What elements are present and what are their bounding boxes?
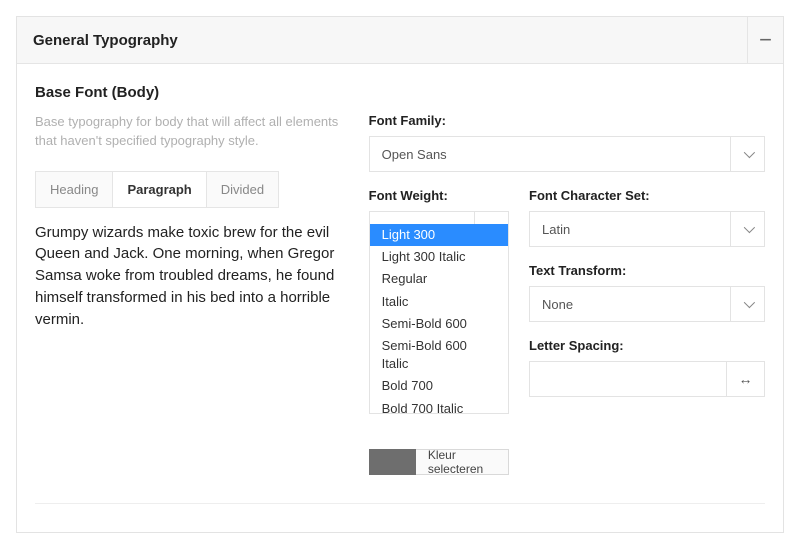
font-weight-dropdown: Light 300Light 300 ItalicRegularItalicSe… [369, 224, 509, 414]
charset-label: Font Character Set: [529, 188, 765, 203]
tab-divided[interactable]: Divided [207, 172, 278, 207]
font-weight-option[interactable]: Light 300 Italic [370, 246, 508, 268]
panel-title: General Typography [33, 32, 178, 49]
panel-body: Base Font (Body) Base typography for bod… [17, 64, 783, 532]
panel-header: General Typography − [17, 17, 783, 64]
text-transform-value: None [530, 287, 730, 321]
text-transform-caret[interactable] [730, 287, 764, 321]
font-weight-option[interactable]: Light 300 [370, 224, 508, 246]
collapse-button[interactable]: − [747, 17, 783, 63]
typography-panel: General Typography − Base Font (Body) Ba… [16, 16, 784, 533]
minus-icon: − [759, 29, 772, 51]
font-weight-option[interactable]: Semi-Bold 600 Italic [370, 335, 508, 375]
left-column: Base typography for body that will affec… [35, 113, 343, 475]
preview-text: Grumpy wizards make toxic brew for the e… [35, 222, 343, 331]
charset-caret[interactable] [730, 212, 764, 246]
font-weight-option[interactable]: Bold 700 [370, 375, 508, 397]
color-swatch[interactable] [369, 449, 416, 475]
color-select-button[interactable]: Kleur selecteren [416, 449, 509, 475]
chevron-down-icon [743, 297, 754, 308]
letter-spacing-label: Letter Spacing: [529, 338, 765, 353]
font-weight-field: Font Weight: Regular Light 300Light 300 … [369, 188, 509, 475]
font-family-select[interactable]: Open Sans [369, 136, 765, 172]
font-color-row: Kleur selecteren [369, 449, 509, 475]
section-title: Base Font (Body) [35, 84, 765, 101]
font-family-caret[interactable] [730, 137, 764, 171]
letter-spacing-icon: ↔ [726, 362, 764, 396]
font-weight-option[interactable]: Regular [370, 268, 508, 290]
chevron-down-icon [743, 222, 754, 233]
font-weight-option[interactable]: Italic [370, 291, 508, 313]
chevron-down-icon [743, 147, 754, 158]
section-description: Base typography for body that will affec… [35, 113, 343, 151]
font-family-label: Font Family: [369, 113, 765, 128]
font-weight-option[interactable]: Semi-Bold 600 [370, 313, 508, 335]
charset-select[interactable]: Latin [529, 211, 765, 247]
tab-heading[interactable]: Heading [36, 172, 113, 207]
font-family-value: Open Sans [370, 137, 730, 171]
font-weight-option[interactable]: Bold 700 Italic [370, 398, 508, 415]
text-transform-select[interactable]: None [529, 286, 765, 322]
letter-spacing-field: ↔ [529, 361, 765, 397]
right-sub-column: Font Character Set: Latin Text Transform… [529, 188, 765, 475]
section-divider [35, 503, 765, 504]
preview-tabs: HeadingParagraphDivided [35, 171, 279, 208]
charset-value: Latin [530, 212, 730, 246]
text-transform-label: Text Transform: [529, 263, 765, 278]
font-weight-label: Font Weight: [369, 188, 509, 203]
letter-spacing-input[interactable] [530, 362, 726, 396]
tab-paragraph[interactable]: Paragraph [113, 172, 206, 207]
right-column: Font Family: Open Sans Font Weight: Regu… [369, 113, 765, 475]
